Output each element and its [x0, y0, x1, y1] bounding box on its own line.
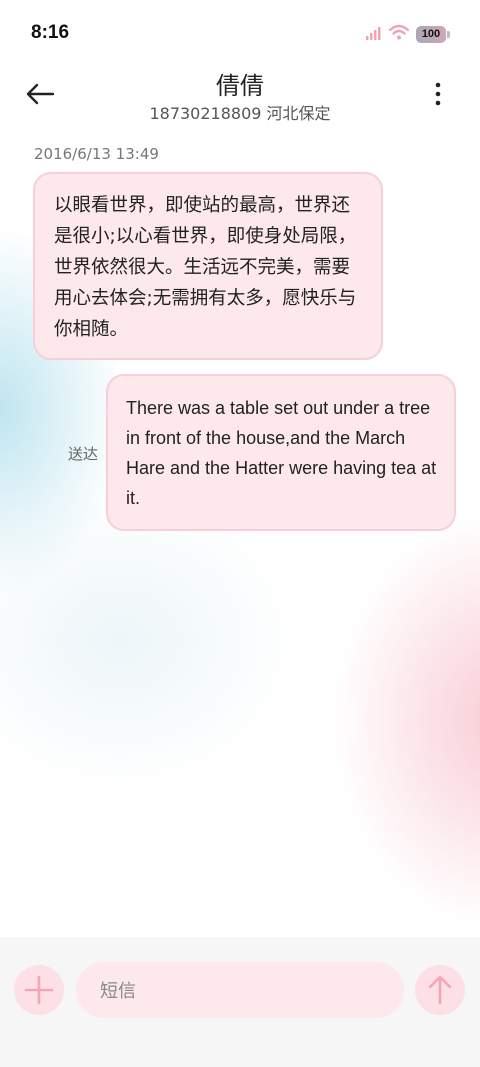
- add-attachment-button[interactable]: [14, 965, 64, 1015]
- outgoing-message-bubble[interactable]: There was a table set out under a tree i…: [106, 374, 456, 531]
- contact-detail: 18730218809 河北保定: [149, 104, 331, 123]
- message-input[interactable]: 短信: [76, 962, 404, 1018]
- message-timestamp: 2016/6/13 13:49: [34, 145, 159, 163]
- composer-bar: 短信: [0, 937, 480, 1067]
- message-input-placeholder: 短信: [100, 981, 136, 1002]
- message-text: 以眼看世界，即使站的最高，世界还是很小;以心看世界，即使身处局限，世界依然很大。…: [54, 195, 357, 340]
- status-bar: 8:16 100: [0, 0, 480, 68]
- battery-icon: 100: [416, 25, 450, 43]
- message-text: There was a table set out under a tree i…: [126, 398, 437, 508]
- conversation-header: 倩倩 18730218809 河北保定: [0, 62, 480, 132]
- status-icons: 100: [366, 24, 450, 44]
- incoming-message-bubble[interactable]: 以眼看世界，即使站的最高，世界还是很小;以心看世界，即使身处局限，世界依然很大。…: [33, 172, 383, 360]
- wifi-icon: [388, 24, 410, 44]
- send-button[interactable]: [415, 965, 465, 1015]
- more-vertical-icon[interactable]: [432, 80, 444, 110]
- signal-icon: [366, 25, 382, 44]
- contact-name: 倩倩: [216, 72, 264, 100]
- delivery-status: 送达: [68, 445, 99, 463]
- battery-level: 100: [416, 25, 446, 43]
- status-time: 8:16: [31, 22, 70, 43]
